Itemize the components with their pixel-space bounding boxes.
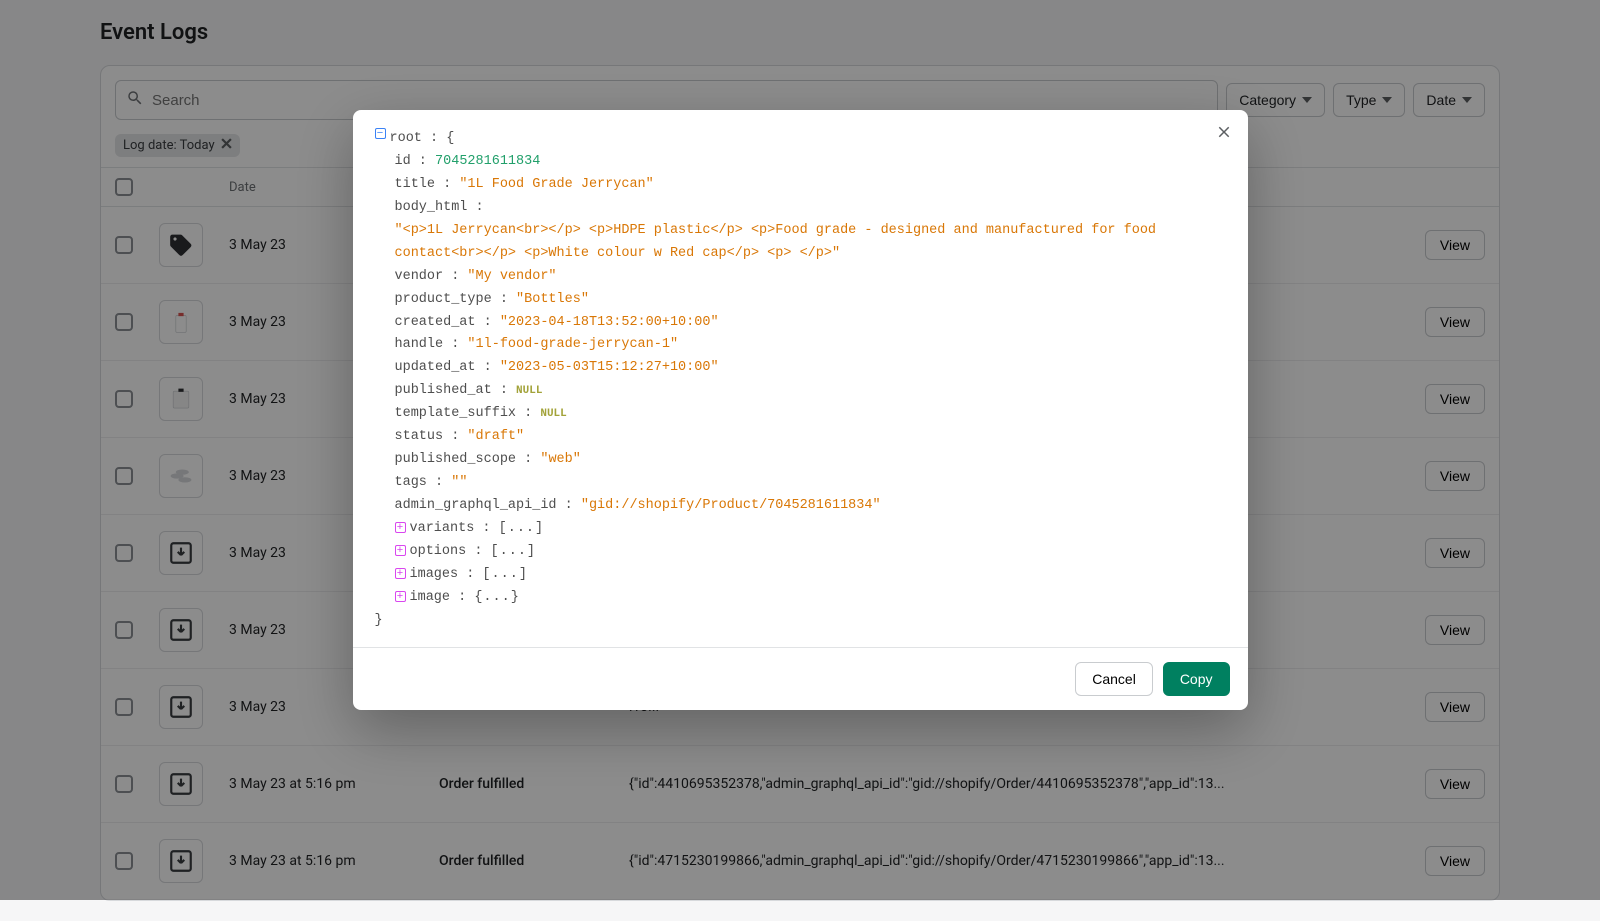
json-root: − root : { (375, 128, 1226, 151)
copy-button[interactable]: Copy (1163, 662, 1230, 696)
expand-icon[interactable]: + (395, 591, 406, 602)
expand-icon[interactable]: + (395, 545, 406, 556)
expand-icon[interactable]: + (395, 522, 406, 533)
collapse-icon[interactable]: − (375, 128, 386, 139)
modal-footer: Cancel Copy (353, 647, 1248, 710)
modal-close-button[interactable] (1210, 118, 1238, 146)
expand-icon[interactable]: + (395, 568, 406, 579)
cancel-button[interactable]: Cancel (1075, 662, 1153, 696)
json-modal: − root : { id : 7045281611834 title : "1… (353, 110, 1248, 710)
modal-overlay[interactable]: − root : { id : 7045281611834 title : "1… (0, 0, 1600, 900)
modal-body: − root : { id : 7045281611834 title : "1… (353, 110, 1248, 647)
